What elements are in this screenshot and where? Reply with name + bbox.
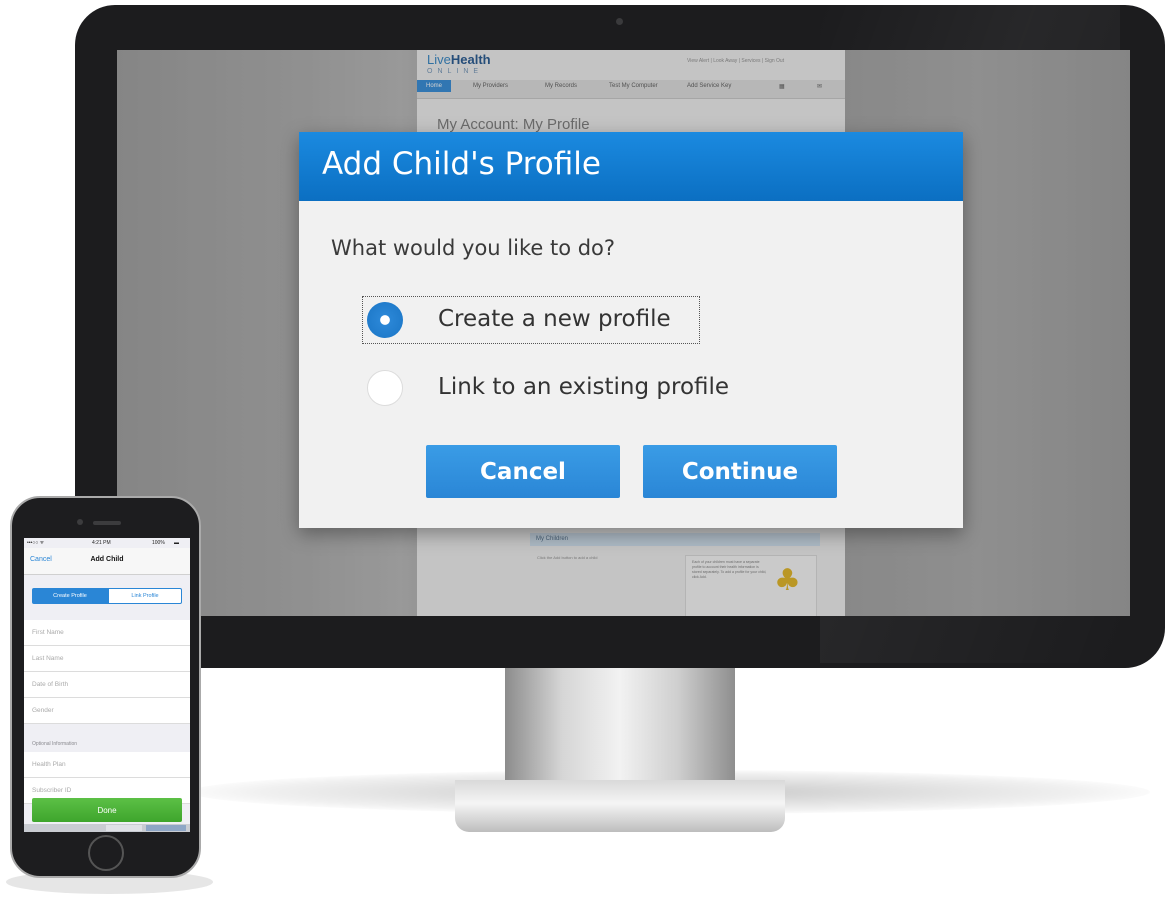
status-time: 4:21 PM [92, 540, 111, 546]
health-plan-field[interactable]: Health Plan [24, 752, 190, 778]
radio-link-profile[interactable] [367, 370, 403, 406]
keyboard-key[interactable] [106, 825, 142, 831]
phone-camera-icon [77, 519, 83, 525]
monitor-stand-base [455, 780, 785, 832]
keyboard-next-key[interactable] [146, 825, 186, 831]
last-name-field[interactable]: Last Name [24, 646, 190, 672]
keyboard-toolbar [24, 824, 190, 832]
phone-nav-bar: Cancel Add Child [24, 548, 190, 575]
segment-create-profile[interactable]: Create Profile [32, 588, 108, 604]
done-button[interactable]: Done [32, 798, 182, 822]
radio-create-profile[interactable] [367, 302, 403, 338]
monitor-stand-neck [505, 668, 735, 788]
gender-field[interactable]: Gender [24, 698, 190, 724]
date-of-birth-field[interactable]: Date of Birth [24, 672, 190, 698]
phone-speaker [93, 521, 121, 525]
battery-icon: ▬ [174, 540, 179, 546]
option-link-profile-label[interactable]: Link to an existing profile [438, 374, 729, 400]
cancel-button[interactable]: Cancel [426, 445, 620, 498]
phone-status-bar: •••○○ ᯤ 4:21 PM 100% ▬ [24, 538, 190, 548]
first-name-field[interactable]: First Name [24, 620, 190, 646]
dialog-title: Add Child's Profile [322, 146, 601, 182]
add-child-dialog: Add Child's Profile What would you like … [299, 132, 963, 528]
phone-home-button[interactable] [88, 835, 124, 871]
signal-icon: •••○○ ᯤ [27, 540, 45, 546]
segment-link-profile[interactable]: Link Profile [108, 588, 182, 604]
phone-nav-title: Add Child [90, 556, 124, 563]
dialog-header: Add Child's Profile [299, 132, 963, 201]
dialog-question: What would you like to do? [331, 236, 616, 260]
optional-info-header: Optional Information [32, 741, 78, 747]
continue-button[interactable]: Continue [643, 445, 837, 498]
battery-level: 100% [152, 540, 165, 546]
monitor-camera-icon [616, 18, 623, 25]
option-create-profile-label[interactable]: Create a new profile [438, 306, 671, 332]
phone-screen: •••○○ ᯤ 4:21 PM 100% ▬ Cancel Add Child … [24, 538, 190, 832]
